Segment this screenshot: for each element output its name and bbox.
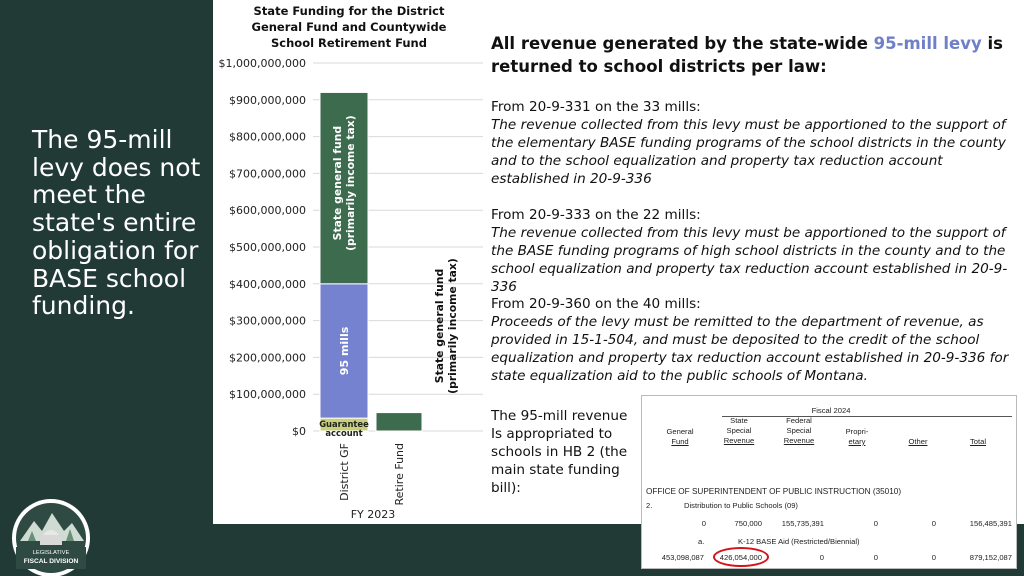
guarantee-label: account bbox=[325, 428, 362, 438]
program-value-state: 750,000 bbox=[734, 519, 762, 528]
chart-title: State Funding for the District General Fu… bbox=[252, 4, 447, 50]
statute-cite: From 20-9-360 on the 40 mills: bbox=[491, 296, 701, 312]
x-category-label: District GF bbox=[338, 443, 351, 501]
statute-quote: The revenue collected from this levy mus… bbox=[491, 225, 1008, 295]
program-value-general: 0 bbox=[701, 519, 706, 528]
header-rule-top bbox=[722, 416, 1012, 417]
col-header-line: General bbox=[666, 427, 694, 436]
y-tick-label: $700,000,000 bbox=[229, 167, 306, 180]
statute-20-9-333: From 20-9-333 on the 22 mills: The reven… bbox=[491, 206, 1021, 296]
retire-gf-label: (primarily income tax) bbox=[446, 258, 459, 394]
item-value-other: 0 bbox=[931, 553, 936, 562]
col-header-line: Other bbox=[908, 437, 928, 446]
program-value-total: 156,485,391 bbox=[969, 519, 1012, 528]
col-header-line: Special bbox=[726, 426, 752, 435]
main-heading: All revenue generated by the state-wide … bbox=[491, 32, 1021, 78]
y-tick-label: $800,000,000 bbox=[229, 131, 306, 144]
chart-title-line: State Funding for the District bbox=[254, 4, 445, 18]
statute-20-9-331: From 20-9-331 on the 33 mills: The reven… bbox=[491, 98, 1021, 188]
legislative-fiscal-division-logo: LEGISLATIVE FISCAL DIVISION bbox=[12, 499, 90, 576]
program-value-federal: 155,735,391 bbox=[781, 519, 824, 528]
item-value-federal: 0 bbox=[819, 553, 824, 562]
funding-chart: State Funding for the District General Fu… bbox=[219, 4, 483, 521]
hb2-budget-excerpt: Fiscal 2024 General Fund State Special R… bbox=[641, 395, 1017, 569]
item-letter: a. bbox=[698, 537, 705, 546]
item-value-general: 453,098,087 bbox=[661, 553, 704, 562]
y-tick-label: $0 bbox=[292, 425, 306, 438]
statute-cite: From 20-9-331 on the 33 mills: bbox=[491, 99, 701, 115]
program-value-other: 0 bbox=[931, 519, 936, 528]
y-tick-label: $600,000,000 bbox=[229, 204, 306, 217]
col-other: Other bbox=[900, 437, 936, 447]
col-header-line: State bbox=[730, 416, 748, 425]
y-tick-label: $500,000,000 bbox=[229, 241, 306, 254]
logo-text-bottom: FISCAL DIVISION bbox=[24, 558, 79, 565]
col-general-fund: General Fund bbox=[655, 427, 705, 447]
chart-title-line: School Retirement Fund bbox=[271, 36, 427, 50]
item-name: K-12 BASE Aid (Restricted/Biennial) bbox=[738, 537, 860, 546]
retire-gf-label: State general fund bbox=[433, 269, 446, 383]
col-total: Total bbox=[960, 437, 996, 447]
program-value-proprietary: 0 bbox=[873, 519, 878, 528]
y-tick-label: $1,000,000,000 bbox=[219, 57, 306, 70]
x-axis-title: FY 2023 bbox=[351, 508, 396, 521]
statute-cite: From 20-9-333 on the 22 mills: bbox=[491, 207, 701, 223]
col-federal-special: Federal Special Revenue bbox=[774, 416, 824, 446]
col-state-special: State Special Revenue bbox=[715, 416, 763, 446]
logo-text-top: LEGISLATIVE bbox=[33, 550, 70, 556]
x-category-label: Retire Fund bbox=[393, 443, 406, 505]
hb2-note: The 95-mill revenue Is appropriated to s… bbox=[491, 408, 628, 496]
col-header-line: Fund bbox=[671, 437, 689, 446]
item-value-proprietary: 0 bbox=[873, 553, 878, 562]
agency-name: OFFICE OF SUPERINTENDENT OF PUBLIC INSTR… bbox=[646, 487, 902, 496]
statute-quote: The revenue collected from this levy mus… bbox=[491, 117, 1006, 187]
y-tick-label: $400,000,000 bbox=[229, 278, 306, 291]
col-header-line: Revenue bbox=[783, 436, 815, 445]
highlight-circle bbox=[713, 547, 769, 567]
statute-20-9-360: From 20-9-360 on the 40 mills: Proceeds … bbox=[491, 295, 1021, 385]
col-header-line: etary bbox=[848, 437, 866, 446]
col-header-line: Special bbox=[786, 426, 812, 435]
heading-part-1: All revenue generated by the state-wide bbox=[491, 34, 874, 53]
statute-quote: Proceeds of the levy must be remitted to… bbox=[491, 314, 1009, 384]
col-header-line: Federal bbox=[786, 416, 812, 425]
fiscal-year-label: Fiscal 2024 bbox=[811, 406, 851, 415]
program-name: Distribution to Public Schools (09) bbox=[684, 501, 798, 510]
y-tick-label: $900,000,000 bbox=[229, 94, 306, 107]
y-tick-label: $300,000,000 bbox=[229, 315, 306, 328]
state-gf-label: State general fund bbox=[331, 126, 344, 240]
col-proprietary: Propri- etary bbox=[837, 427, 877, 447]
state-gf-label: (primarily income tax) bbox=[344, 115, 357, 251]
bar-segment bbox=[375, 412, 423, 432]
col-header-line: Revenue bbox=[723, 436, 755, 445]
sidebar-statement: The 95-mill levy does not meet the state… bbox=[32, 125, 201, 321]
mills-label: 95 mills bbox=[338, 326, 351, 375]
y-tick-label: $100,000,000 bbox=[229, 388, 306, 401]
y-tick-label: $200,000,000 bbox=[229, 351, 306, 364]
heading-highlight: 95-mill levy bbox=[873, 34, 982, 53]
program-number: 2. bbox=[646, 501, 653, 510]
col-header-line: Propri- bbox=[845, 427, 869, 436]
item-value-total: 879,152,087 bbox=[969, 553, 1012, 562]
col-header-line: Total bbox=[969, 437, 987, 446]
chart-title-line: General Fund and Countywide bbox=[252, 20, 447, 34]
